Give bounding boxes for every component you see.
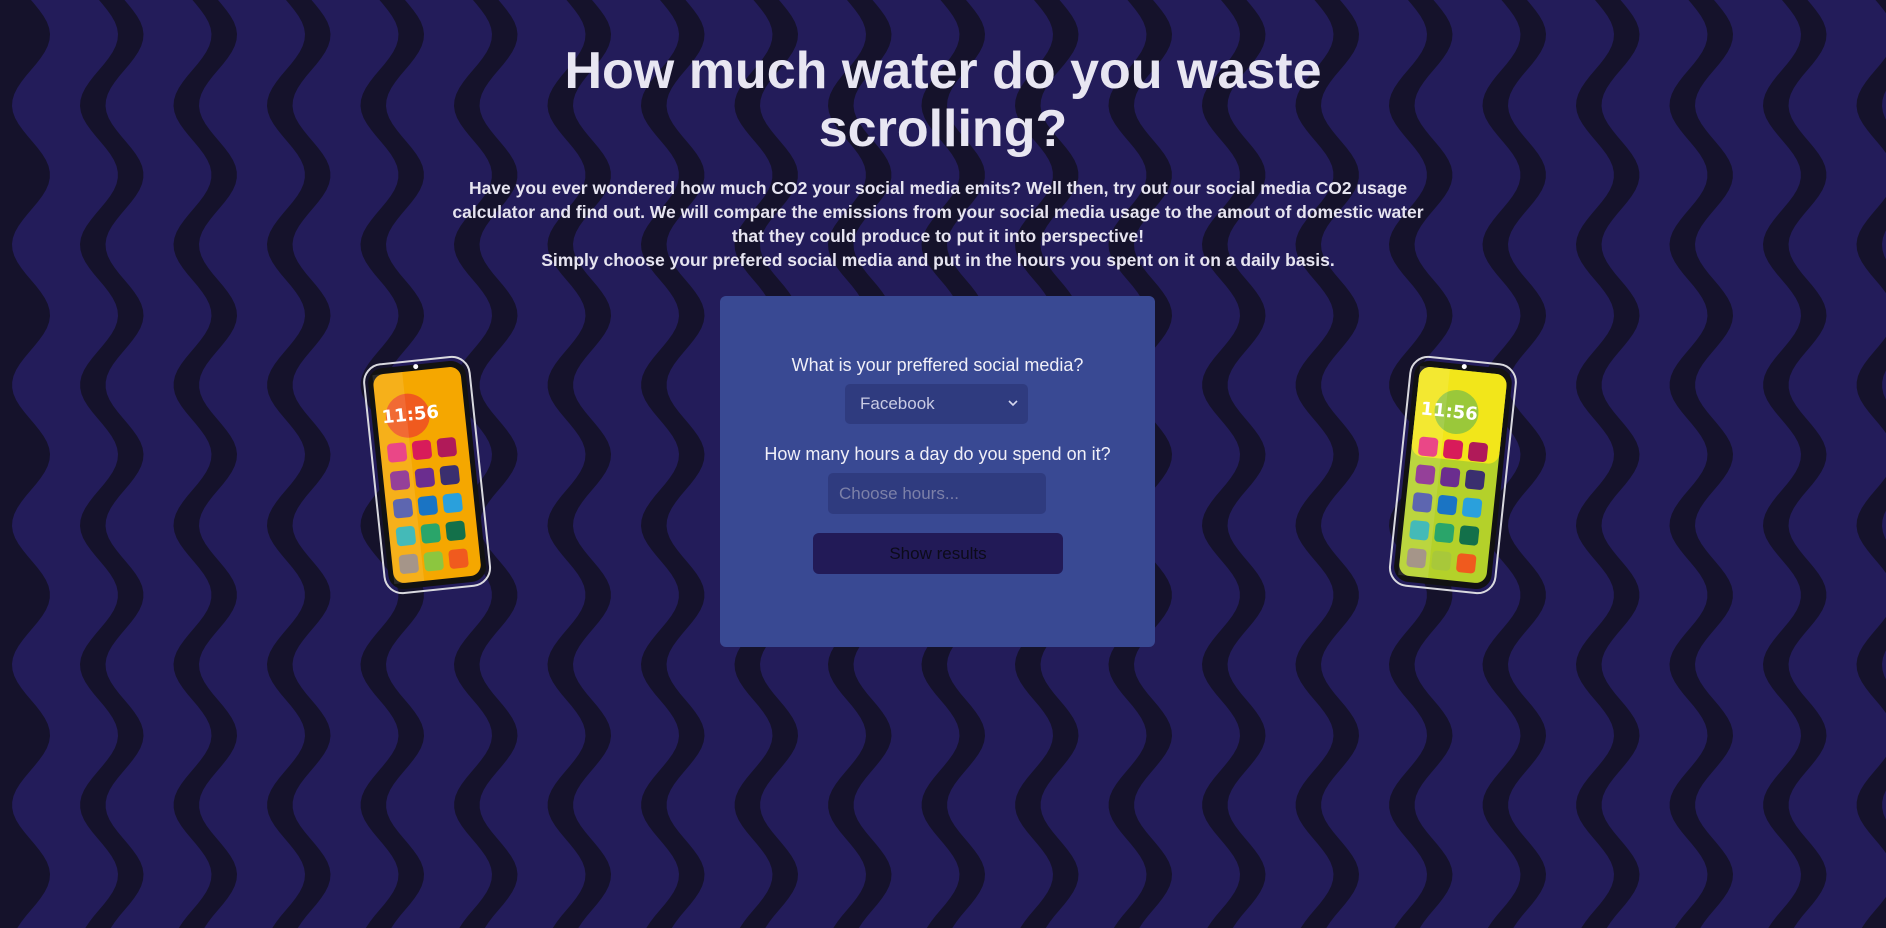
chevron-down-icon bbox=[1008, 400, 1018, 407]
app-icon bbox=[448, 548, 469, 569]
app-icon bbox=[1431, 550, 1452, 571]
show-results-button[interactable]: Show results bbox=[813, 533, 1063, 574]
hours-input[interactable]: Choose hours... bbox=[828, 473, 1046, 514]
app-icon bbox=[1464, 469, 1486, 490]
social-media-selected-value: Facebook bbox=[860, 394, 935, 413]
page: How much water do you waste scrolling? H… bbox=[0, 0, 1886, 928]
social-media-label: What is your preffered social media? bbox=[791, 355, 1084, 375]
app-icon bbox=[1456, 553, 1477, 574]
app-icon bbox=[417, 495, 438, 516]
app-icon bbox=[1443, 439, 1464, 460]
app-icon bbox=[1437, 495, 1458, 516]
phone-illustration-right: 11:56 bbox=[1388, 355, 1517, 595]
intro-text: Have you ever wondered how much CO2 your… bbox=[452, 176, 1424, 272]
app-icon bbox=[1440, 467, 1461, 488]
app-icon bbox=[414, 467, 435, 488]
phone-illustration-left: 11:56 bbox=[363, 355, 492, 595]
app-icon bbox=[442, 492, 463, 514]
app-icon bbox=[411, 439, 432, 460]
page-title: How much water do you waste scrolling? bbox=[564, 42, 1322, 158]
app-icon bbox=[445, 520, 466, 541]
app-icon bbox=[1434, 522, 1455, 543]
app-icon bbox=[1467, 441, 1488, 463]
intro-paragraph: Have you ever wondered how much CO2 your… bbox=[452, 178, 1424, 246]
social-media-select[interactable]: Facebook bbox=[845, 384, 1028, 424]
app-icon bbox=[1462, 497, 1483, 518]
app-icon bbox=[420, 523, 441, 544]
app-icon bbox=[436, 437, 457, 458]
intro-instruction: Simply choose your prefered social media… bbox=[541, 250, 1335, 270]
app-icon bbox=[439, 465, 460, 486]
app-icon bbox=[1459, 525, 1480, 546]
app-icon bbox=[423, 551, 444, 572]
hours-label: How many hours a day do you spend on it? bbox=[764, 444, 1111, 464]
calculator-card: What is your preffered social media? Fac… bbox=[720, 296, 1155, 647]
